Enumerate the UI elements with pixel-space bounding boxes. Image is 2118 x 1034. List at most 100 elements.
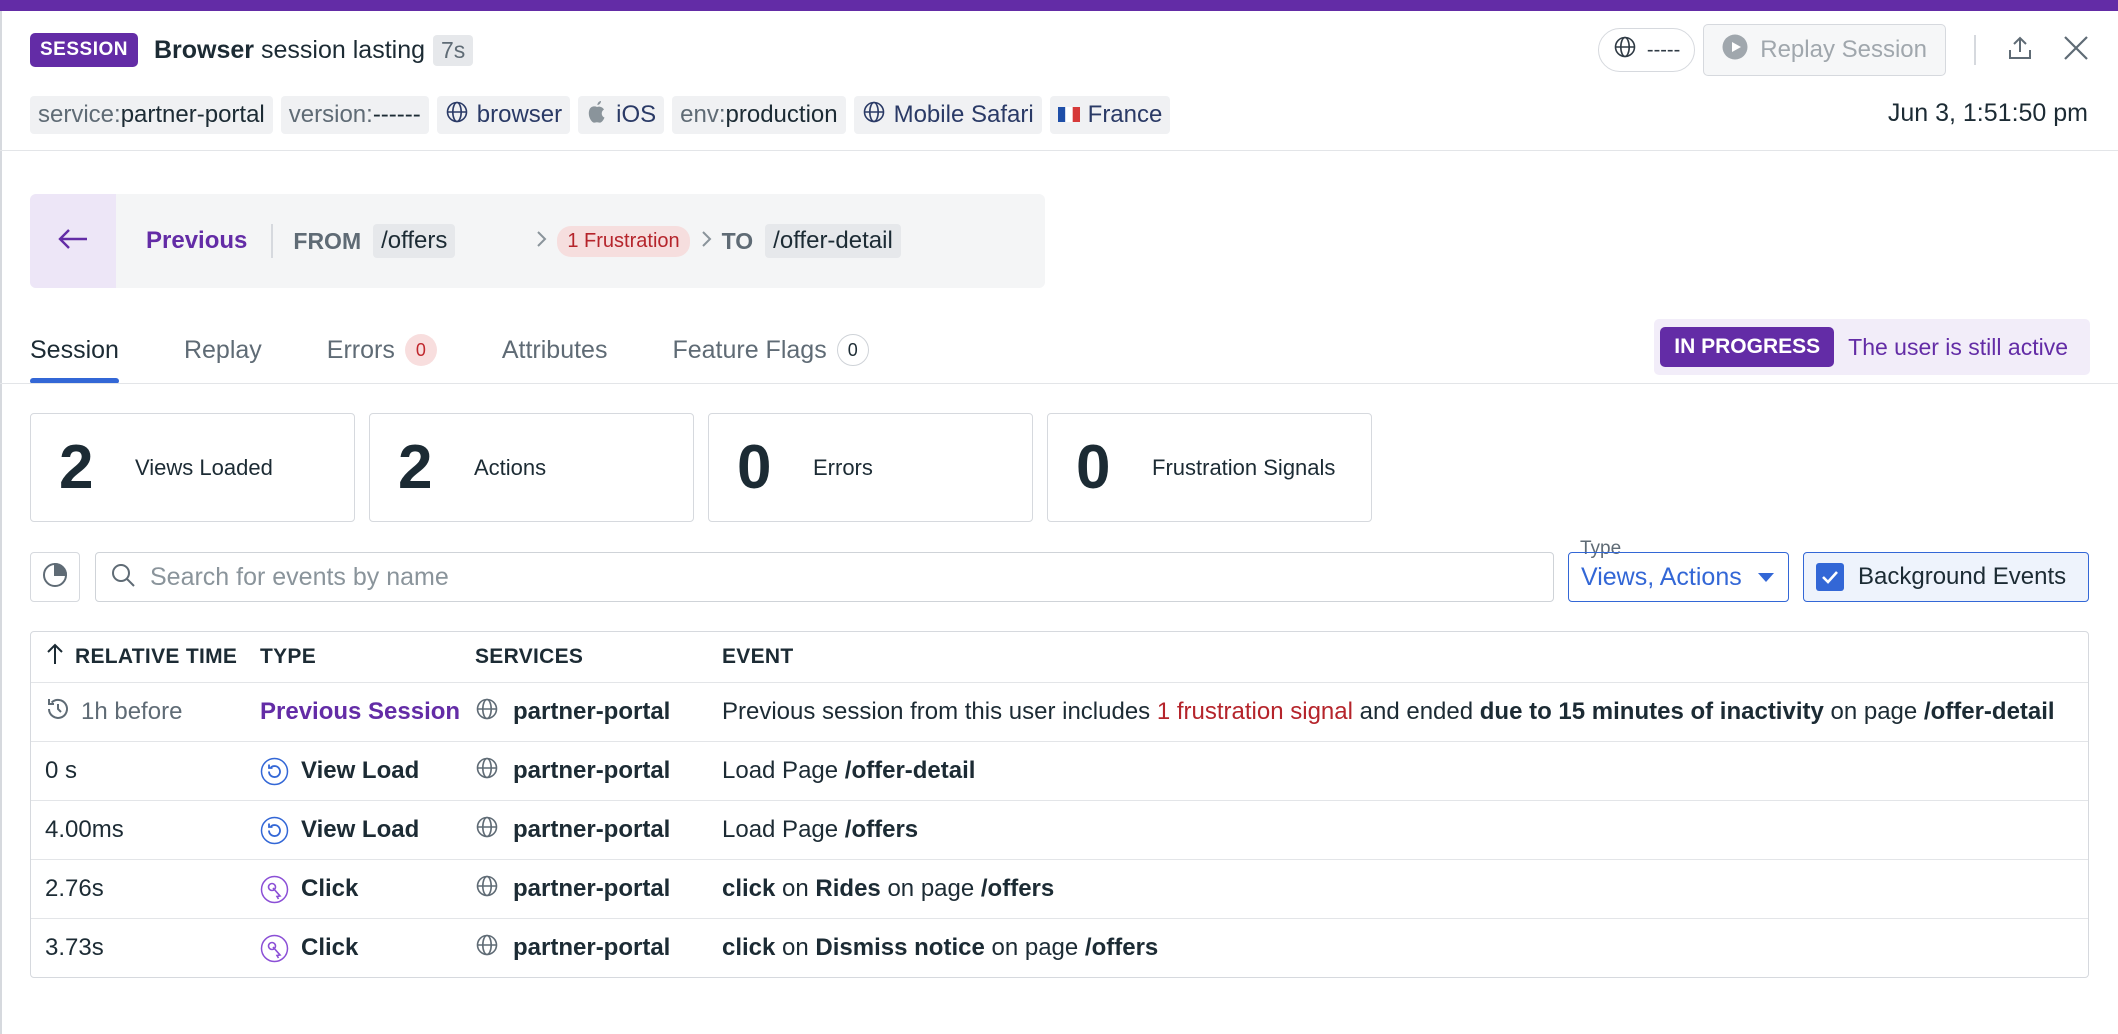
stat-label: Actions [474,454,547,480]
event-search [95,552,1554,602]
table-row[interactable]: 1h before Previous Session partner-porta… [31,682,2088,741]
session-title-rest: session lasting [261,35,426,64]
play-icon [1722,34,1748,67]
tag-browser-name[interactable]: Mobile Safari [853,96,1042,134]
header-separator [1974,35,1976,65]
relative-time: 4.00ms [45,816,124,843]
frustration-badge: 1 Frustration [557,225,690,257]
tag-country[interactable]: France [1049,96,1171,134]
tab-label: Attributes [501,336,608,364]
tab-attributes[interactable]: Attributes [502,330,608,384]
table-row[interactable]: 0 s View Load partner-portal Load Page /… [31,741,2088,800]
stat-number: 2 [398,433,433,502]
globe-icon [475,815,499,846]
stat-label: Views Loaded [135,454,273,480]
session-title-bold: Browser [153,35,255,64]
click-icon [260,934,289,963]
event-text: Rides [815,875,881,902]
tab-feature-flags[interactable]: Feature Flags 0 [672,330,869,384]
france-flag-icon [1057,101,1080,129]
tab-session[interactable]: Session [30,330,119,384]
tab-errors[interactable]: Errors 0 [327,330,437,384]
globe-icon [862,100,886,131]
arrow-left-icon [57,227,89,256]
globe-icon [445,100,469,131]
sort-relative-time[interactable]: RELATIVE TIME [31,642,260,672]
session-title: Browser session lasting 7s [153,34,474,66]
tag-key: env: [680,101,726,128]
tag-version[interactable]: version:------ [280,96,429,134]
background-events-toggle[interactable]: Background Events [1803,552,2089,602]
share-button[interactable] [2002,32,2038,68]
share-icon [2006,34,2034,67]
event-type: View Load [301,757,420,784]
view-load-icon [260,757,289,786]
event-text: Previous session from this user includes [722,698,1157,725]
relative-time: 1h before [81,698,183,725]
session-header: SESSION Browser session lasting 7s [30,30,474,70]
table-row[interactable]: 2.76s Click partner-portal click on Ride… [31,859,2088,918]
version-pill[interactable]: ----- [1597,28,1696,72]
checkbox-checked-icon[interactable] [1816,563,1844,591]
table-header: RELATIVE TIME TYPE SERVICES EVENT [31,632,2088,682]
tag-env[interactable]: env:production [672,96,846,134]
column-header: SERVICES [475,645,584,668]
globe-icon [475,933,499,964]
pie-chart-icon [41,561,69,594]
table-row[interactable]: 3.73s Click partner-portal click on Dism… [31,918,2088,977]
stat-actions: 2 Actions [369,413,694,522]
tag-os[interactable]: iOS [578,96,665,134]
event-text: /offers [1084,934,1159,961]
back-button[interactable] [30,194,116,288]
stat-number: 0 [1076,433,1111,502]
stat-views-loaded: 2 Views Loaded [30,413,355,522]
search-input[interactable] [150,562,1530,592]
event-text: on page [1823,698,1924,725]
in-progress-badge: IN PROGRESS [1660,327,1835,367]
tab-replay[interactable]: Replay [184,330,262,384]
replay-session-button[interactable]: Replay Session [1703,24,1946,76]
type-select[interactable]: Views, Actions [1568,552,1789,602]
tag-browser[interactable]: browser [436,96,571,134]
background-events-label: Background Events [1858,563,2067,590]
event-type[interactable]: Previous Session [260,698,460,726]
event-text: click [722,934,776,961]
to-path: /offer-detail [765,224,901,258]
tab-label: Feature Flags [672,336,827,364]
service-name: partner-portal [513,757,671,784]
close-button[interactable] [2058,32,2094,68]
column-header: RELATIVE TIME [75,645,238,668]
duration-badge: 7s [433,34,474,66]
event-text: on [775,875,816,902]
status-text: The user is still active [1848,333,2068,360]
event-text: /offers [844,816,919,843]
table-row[interactable]: 4.00ms View Load partner-portal Load Pag… [31,800,2088,859]
service-name: partner-portal [513,816,671,843]
tab-label: Session [30,336,119,364]
service-name: partner-portal [513,875,671,902]
tag-key: service: [38,101,121,128]
tag-service[interactable]: service:partner-portal [30,96,273,134]
session-timestamp: Jun 3, 1:51:50 pm [1887,99,2088,127]
session-tabs: Session Replay Errors 0 Attributes Featur… [30,330,934,384]
left-edge [0,11,2,1034]
event-frustration-link[interactable]: 1 frustration signal [1157,698,1353,725]
event-description: Previous session from this user includes… [722,698,2088,726]
event-description: click on Dismiss notice on page /offers [722,934,2088,962]
view-load-icon [260,816,289,845]
event-text: Load Page [722,757,845,784]
header-actions: ----- Replay Session [1597,24,2094,76]
event-type: View Load [301,816,420,843]
service-name: partner-portal [513,698,671,725]
session-tags: service:partner-portal version:------ br… [30,96,1171,134]
previous-link[interactable]: Previous [146,227,247,255]
tag-value: Mobile Safari [893,101,1034,128]
apple-icon [586,99,608,132]
session-badge: SESSION [30,33,138,67]
to-label: TO [721,227,754,254]
arrow-up-icon [45,642,65,672]
chevron-right-icon [535,228,547,254]
breakdown-toggle-button[interactable] [30,552,80,602]
caret-down-icon [1758,573,1774,582]
event-description: Load Page /offers [722,816,2088,844]
